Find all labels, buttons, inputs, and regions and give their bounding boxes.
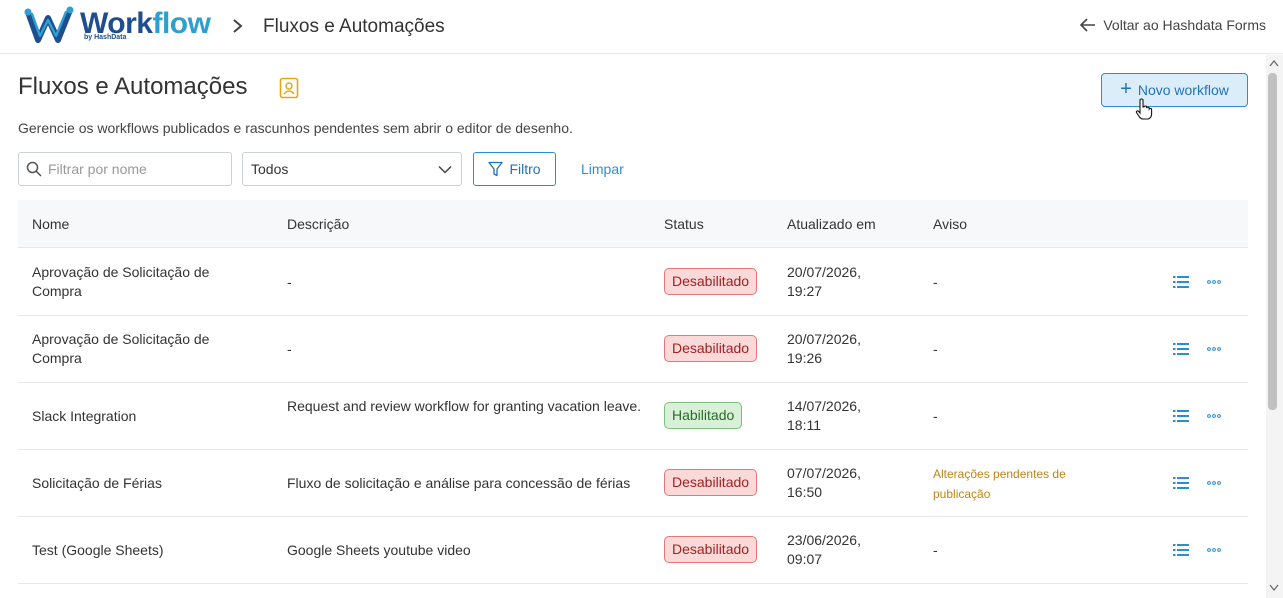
more-options-icon[interactable]	[1207, 280, 1221, 284]
workflow-name[interactable]: Slack Integration	[32, 407, 252, 426]
more-options-icon[interactable]	[1207, 481, 1221, 485]
page-title: Fluxos e Automações	[18, 73, 248, 100]
pending-publication-warning: Alterações pendentes de publicação	[933, 467, 1066, 501]
table-row[interactable]: Aprovação de Solicitação de Compra - Des…	[18, 316, 1248, 383]
status-badge: Desabilitado	[664, 268, 758, 295]
warning-text: -	[933, 274, 938, 290]
column-header-updated[interactable]: Atualizado em	[787, 216, 876, 232]
table-row[interactable]: Test (Google Sheets) Google Sheets youtu…	[18, 517, 1248, 584]
new-workflow-label: Novo workflow	[1137, 82, 1229, 98]
workflow-description: Google Sheets youtube video	[287, 542, 471, 558]
arrow-left-icon	[1080, 18, 1096, 32]
scroll-down-arrow-icon[interactable]	[1269, 584, 1279, 592]
logo-subtext: by HashData	[84, 34, 127, 41]
updated-date: 14/07/2026, 18:11	[787, 398, 861, 433]
list-icon[interactable]	[1173, 276, 1189, 288]
table-row[interactable]: Slack Integration Request and review wor…	[18, 383, 1248, 450]
workflow-name[interactable]: Aprovação de Solicitação de Compra	[32, 330, 252, 368]
status-select[interactable]: Todos	[242, 152, 462, 186]
status-select-value: Todos	[251, 161, 289, 177]
warning-text: -	[933, 341, 938, 357]
search-field[interactable]	[18, 152, 232, 186]
column-header-status[interactable]: Status	[664, 216, 704, 232]
status-badge: Habilitado	[664, 402, 743, 429]
status-badge: Desabilitado	[664, 469, 758, 496]
funnel-icon	[488, 161, 504, 177]
warning-text: -	[933, 408, 938, 424]
workflow-description: -	[287, 274, 292, 290]
chevron-down-icon	[438, 165, 452, 174]
status-badge: Desabilitado	[664, 536, 758, 563]
list-icon[interactable]	[1173, 477, 1189, 489]
scrollbar-thumb[interactable]	[1268, 73, 1277, 410]
hand-cursor-icon	[1135, 98, 1153, 120]
contact-card-icon[interactable]	[279, 77, 299, 99]
filter-button-label: Filtro	[509, 161, 541, 177]
table-row[interactable]: Solicitação de Férias Fluxo de solicitaç…	[18, 450, 1248, 517]
breadcrumb-title: Fluxos e Automações	[263, 16, 445, 37]
back-to-forms-link[interactable]: Voltar ao Hashdata Forms	[1080, 17, 1266, 33]
workflow-name[interactable]: Aprovação de Solicitação de Compra	[32, 263, 252, 301]
search-input[interactable]	[48, 161, 218, 177]
list-icon[interactable]	[1173, 410, 1189, 422]
top-bar: Workflow by HashData Fluxos e Automações…	[0, 0, 1283, 54]
workflow-name[interactable]: Test (Google Sheets)	[32, 541, 252, 560]
back-link-label: Voltar ao Hashdata Forms	[1103, 17, 1266, 33]
warning-text: -	[933, 542, 938, 558]
chevron-right-icon	[233, 19, 243, 33]
workflow-description: Fluxo de solicitação e análise para conc…	[287, 475, 631, 491]
updated-date: 20/07/2026, 19:26	[787, 331, 861, 366]
table-header: Nome Descrição Status Atualizado em Avis…	[18, 200, 1248, 248]
scroll-up-arrow-icon[interactable]	[1269, 59, 1279, 67]
workflow-description: -	[287, 341, 292, 357]
status-badge: Desabilitado	[664, 335, 758, 362]
search-icon	[26, 161, 42, 177]
more-options-icon[interactable]	[1207, 414, 1221, 418]
workflow-description: Request and review workflow for granting…	[287, 398, 642, 414]
list-icon[interactable]	[1173, 343, 1189, 355]
filter-button[interactable]: Filtro	[473, 152, 556, 186]
clear-filters-link[interactable]: Limpar	[581, 161, 624, 177]
table-row[interactable]: Aprovação de Solicitação de Compra - Des…	[18, 249, 1248, 316]
column-header-name[interactable]: Nome	[32, 216, 69, 232]
updated-date: 20/07/2026, 19:27	[787, 264, 861, 299]
workflow-name[interactable]: Solicitação de Férias	[32, 474, 252, 493]
updated-date: 07/07/2026, 16:50	[787, 465, 861, 500]
column-header-description[interactable]: Descrição	[287, 216, 349, 232]
more-options-icon[interactable]	[1207, 347, 1221, 351]
workflow-logo[interactable]: Workflow by HashData	[24, 6, 214, 48]
more-options-icon[interactable]	[1207, 548, 1221, 552]
plus-icon: +	[1120, 77, 1132, 100]
new-workflow-button[interactable]: + Novo workflow	[1101, 73, 1248, 107]
list-icon[interactable]	[1173, 544, 1189, 556]
workflow-logo-icon	[24, 6, 74, 43]
page-subtitle: Gerencie os workflows publicados e rascu…	[18, 120, 573, 136]
column-header-warning[interactable]: Aviso	[933, 216, 967, 232]
updated-date: 23/06/2026, 09:07	[787, 532, 861, 567]
